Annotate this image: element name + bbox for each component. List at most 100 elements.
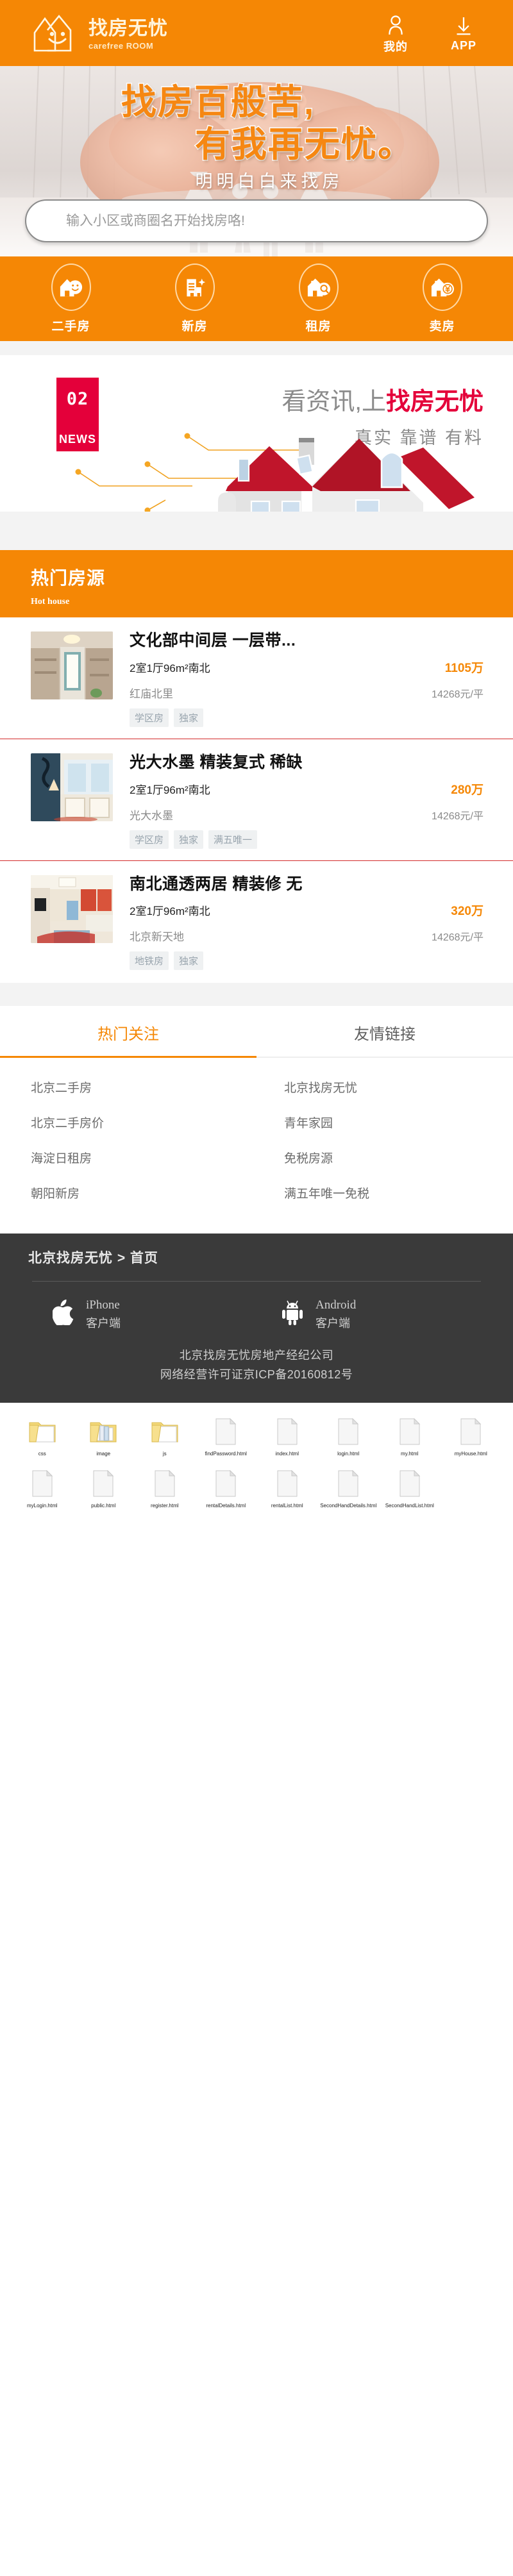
category-item-newhouse-label: 新房 xyxy=(181,320,208,333)
app-download-iphone[interactable]: iPhone 客户端 xyxy=(28,1297,256,1331)
file-item-js[interactable]: js xyxy=(134,1413,196,1460)
app-download-android[interactable]: Android 客户端 xyxy=(256,1297,485,1331)
listing-item[interactable]: 南北通透两居 精装修 无 2室1厅96m²南北 320万 北京新天地 14268… xyxy=(0,860,513,980)
listing-area-row: 北京新天地 14268元/平 xyxy=(130,928,484,944)
app-download-android-text: Android 客户端 xyxy=(315,1297,356,1331)
folder-icon xyxy=(151,1416,179,1448)
footer-link[interactable]: 北京二手房价 xyxy=(31,1105,260,1140)
search-input[interactable] xyxy=(66,213,487,229)
file-item-myhouse[interactable]: myHouse.html xyxy=(441,1413,502,1460)
header-action-app[interactable]: APP xyxy=(445,13,482,53)
listing-thumbnail xyxy=(31,631,113,699)
hot-house-title-en: Hot house xyxy=(31,597,70,606)
house-yuan-icon xyxy=(422,263,462,311)
file-item-public[interactable]: public.html xyxy=(73,1465,135,1512)
listing-tags: 地铁房 独家 xyxy=(130,951,484,971)
listing-tag: 地铁房 xyxy=(130,951,169,971)
breadcrumb[interactable]: 北京找房无忧 > 首页 xyxy=(28,1248,485,1267)
app-download-android-cn: 客户端 xyxy=(315,1316,350,1330)
listing-title: 南北通透两居 精装修 无 xyxy=(130,874,303,893)
tab-hot-attention-label: 热门关注 xyxy=(97,1026,159,1044)
document-icon xyxy=(154,1468,176,1500)
file-item-rentaldetails[interactable]: rentalDetails.html xyxy=(196,1465,257,1512)
category-item-sell[interactable]: 卖房 xyxy=(380,263,504,334)
footer-links-gap xyxy=(0,983,513,1007)
news-badge-number: 02 xyxy=(66,389,89,409)
document-icon xyxy=(337,1416,359,1448)
search-box[interactable] xyxy=(25,199,488,242)
listing-spec: 2室1厅96m²南北 xyxy=(130,905,210,918)
app-download-iphone-cn: 客户端 xyxy=(86,1316,121,1330)
file-item-my[interactable]: my.html xyxy=(379,1413,441,1460)
file-item-findpassword[interactable]: findPassword.html xyxy=(196,1413,257,1460)
footer-link[interactable]: 满五年唯一免税 xyxy=(284,1175,513,1210)
category-item-sell-label: 卖房 xyxy=(429,320,455,333)
house-search-icon xyxy=(298,263,339,311)
app-download-iphone-text: iPhone 客户端 xyxy=(86,1297,121,1331)
file-item-rentallist[interactable]: rentalList.html xyxy=(256,1465,318,1512)
footer-link[interactable]: 北京找房无忧 xyxy=(284,1069,513,1105)
file-name: register.html xyxy=(150,1502,179,1509)
document-icon xyxy=(460,1416,482,1448)
listing-tag: 学区房 xyxy=(130,830,169,849)
news-separator xyxy=(0,341,513,355)
document-icon xyxy=(337,1468,359,1500)
listing-area: 红庙北里 xyxy=(130,687,173,700)
news-title-gray: 看资讯,上 xyxy=(282,389,386,415)
brand-logo[interactable]: 找房无忧 carefree ROOM xyxy=(31,13,168,53)
listing-body: 南北通透两居 精装修 无 2室1厅96m²南北 320万 北京新天地 14268… xyxy=(130,875,484,971)
news-banner[interactable]: 02 NEWS 看资讯,上找房无忧 真实 靠谱 有料 xyxy=(0,355,513,512)
footer-link[interactable]: 青年家园 xyxy=(284,1105,513,1140)
download-icon xyxy=(455,13,473,37)
tab-friendly-links[interactable]: 友情链接 xyxy=(256,1006,513,1057)
listing-tags: 学区房 独家 满五唯一 xyxy=(130,830,484,849)
header-action-my[interactable]: 我的 xyxy=(377,12,414,54)
listing-spec: 2室1厅96m²南北 xyxy=(130,783,210,796)
file-name: my.html xyxy=(401,1450,419,1457)
file-item-index[interactable]: index.html xyxy=(256,1413,318,1460)
dark-footer: 北京找房无忧 > 首页 iPhone 客户端 Android 客户端 北京找房无… xyxy=(0,1234,513,1403)
footer-links-tabs: 热门关注 友情链接 xyxy=(0,1006,513,1058)
file-item-css[interactable]: css xyxy=(12,1413,73,1460)
house-smile-icon xyxy=(51,263,91,311)
header-action-my-label: 我的 xyxy=(383,40,408,53)
file-item-secondhandlist[interactable]: SecondHandList.html xyxy=(379,1465,441,1512)
footer-link[interactable]: 朝阳新房 xyxy=(31,1175,260,1210)
listing-spec-row: 2室1厅96m²南北 280万 xyxy=(130,780,484,798)
file-item-mylogin[interactable]: myLogin.html xyxy=(12,1465,73,1512)
hot-house-header: 热门房源 Hot house xyxy=(0,550,513,617)
listing-thumbnail xyxy=(31,874,113,943)
listing-spec-row: 2室1厅96m²南北 1105万 xyxy=(130,658,484,676)
category-item-secondhand[interactable]: 二手房 xyxy=(9,263,133,334)
listing-price: 280万 xyxy=(451,783,484,797)
hot-house-title-cn: 热门房源 xyxy=(31,568,106,588)
tab-hot-attention[interactable]: 热门关注 xyxy=(0,1006,256,1058)
footer-link[interactable]: 北京二手房 xyxy=(31,1069,260,1105)
category-item-newhouse[interactable]: 新房 xyxy=(133,263,256,334)
document-icon xyxy=(31,1468,53,1500)
file-name: myHouse.html xyxy=(454,1450,487,1457)
listing-area: 光大水墨 xyxy=(130,809,173,822)
footer-link[interactable]: 海淀日租房 xyxy=(31,1140,260,1175)
listing-item[interactable]: 文化部中间层 一层带... 2室1厅96m²南北 1105万 红庙北里 1426… xyxy=(0,617,513,736)
listing-tag: 学区房 xyxy=(130,708,169,727)
file-item-image[interactable]: image xyxy=(73,1413,135,1460)
file-name: myLogin.html xyxy=(26,1502,58,1509)
document-icon xyxy=(276,1416,298,1448)
file-name: image xyxy=(96,1450,111,1457)
site-header: 找房无忧 carefree ROOM 我的 APP xyxy=(0,0,513,66)
new-building-icon xyxy=(174,263,215,311)
document-icon xyxy=(215,1468,237,1500)
folder-full-icon xyxy=(89,1416,117,1448)
category-item-rent-label: 租房 xyxy=(305,320,332,333)
file-item-secondhanddetails[interactable]: SecondHandDetails.html xyxy=(318,1465,380,1512)
hot-house-list: 文化部中间层 一层带... 2室1厅96m²南北 1105万 红庙北里 1426… xyxy=(0,617,513,983)
file-item-register[interactable]: register.html xyxy=(134,1465,196,1512)
tab-friendly-links-label: 友情链接 xyxy=(354,1026,416,1044)
folder-icon xyxy=(28,1416,56,1448)
footer-link[interactable]: 免税房源 xyxy=(284,1140,513,1175)
listing-item[interactable]: 光大水墨 精装复式 稀缺 2室1厅96m²南北 280万 光大水墨 14268元… xyxy=(0,738,513,858)
hot-house-gap xyxy=(0,512,513,550)
file-item-login[interactable]: login.html xyxy=(318,1413,380,1460)
category-item-rent[interactable]: 租房 xyxy=(256,263,380,334)
